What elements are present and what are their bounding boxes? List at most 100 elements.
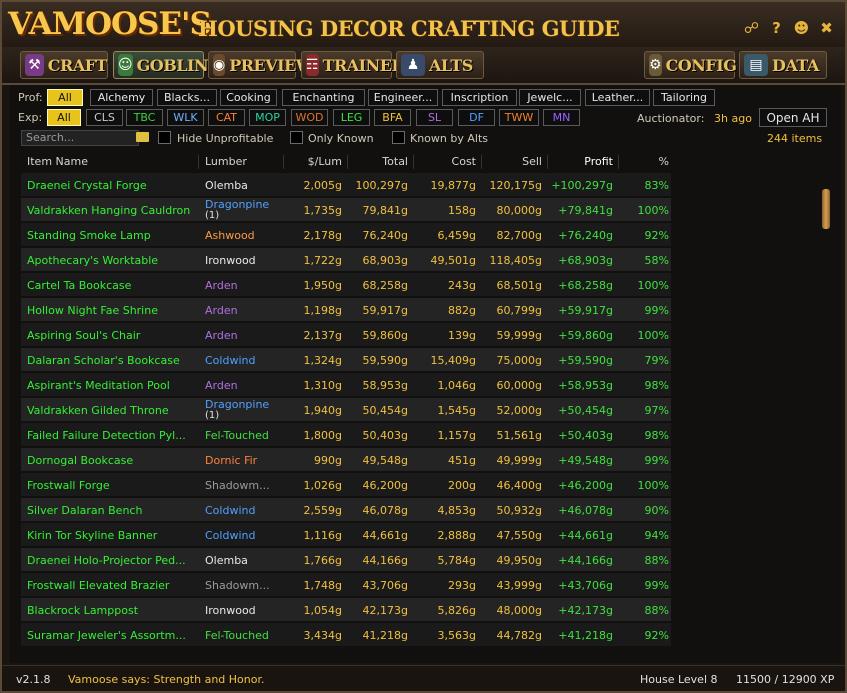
item-cost: 5,784g <box>437 554 476 567</box>
header-lumber[interactable]: Lumber <box>205 155 247 168</box>
table-row[interactable]: Dornogal Bookcase Dornic Fir 990g 49,548g 45… <box>21 448 671 471</box>
tab-trainers[interactable]: ☶ TRAINERS <box>301 51 416 79</box>
header-profit[interactable]: Profit <box>551 155 613 168</box>
header-divider <box>481 155 482 169</box>
item-name: Standing Smoke Lamp <box>27 229 151 242</box>
exp-filter-cat[interactable]: CAT <box>208 109 245 126</box>
item-sell: 60,000g <box>496 379 542 392</box>
header-item-name[interactable]: Item Name <box>27 155 88 168</box>
hide-unprofitable-checkbox[interactable] <box>158 131 171 144</box>
exp-filter-leg[interactable]: LEG <box>333 109 370 126</box>
prof-filter-all[interactable]: All <box>47 89 83 106</box>
exp-filter-bfa[interactable]: BFA <box>374 109 411 126</box>
help-icon[interactable]: ? <box>768 19 785 37</box>
table-row[interactable]: Suramar Jeweler's Assortm... Fel-Touched 3… <box>21 623 671 646</box>
table-row[interactable]: Draenei Crystal Forge Olemba 2,005g 100,297… <box>21 173 671 196</box>
table-row[interactable]: Blackrock Lamppost Ironwood 1,054g 42,173g 5… <box>21 598 671 621</box>
anvil-icon: ⚒ <box>25 54 44 76</box>
table-row[interactable]: Silver Dalaran Bench Coldwind 2,559g 46,078… <box>21 498 671 521</box>
exp-filter-wlk[interactable]: WLK <box>167 109 204 126</box>
item-lumber: Olemba <box>205 554 248 567</box>
header-sell[interactable]: Sell <box>485 155 542 168</box>
search-input[interactable]: Search... <box>21 130 139 146</box>
item-cost: 1,157g <box>437 429 476 442</box>
scrollbar-thumb[interactable] <box>822 189 830 229</box>
item-profit: +68,258g <box>558 279 613 292</box>
item-sell: 68,501g <box>496 279 542 292</box>
table-row[interactable]: Draenei Holo-Projector Ped... Olemba 1,766… <box>21 548 671 571</box>
tab-data[interactable]: ▤ DATA <box>739 51 827 79</box>
header-per-lumber[interactable]: $/Lum <box>291 155 342 168</box>
tab-label: DATA <box>772 55 819 75</box>
item-pct: 98% <box>644 429 669 442</box>
exp-filter-sl[interactable]: SL <box>416 109 453 126</box>
prof-filter-jewelcrafting[interactable]: Jewelc... <box>519 89 581 106</box>
table-row[interactable]: Frostwall Forge Shadowm... 1,026g 46,200g 20… <box>21 473 671 496</box>
table-row[interactable]: Hollow Night Fae Shrine Arden 1,198g 59,917… <box>21 298 671 321</box>
exp-filter-cls[interactable]: CLS <box>86 109 123 126</box>
open-ah-button[interactable]: Open AH <box>759 108 827 127</box>
item-profit: +46,200g <box>558 479 613 492</box>
item-profit: +42,173g <box>558 604 613 617</box>
exp-filter-all[interactable]: All <box>47 109 81 126</box>
item-profit: +44,166g <box>558 554 613 567</box>
table-row[interactable]: Valdrakken Gilded Throne Dragonpine (1) 1,9… <box>21 398 671 421</box>
item-cost: 3,563g <box>437 629 476 642</box>
header-percent[interactable]: % <box>622 155 669 168</box>
table-row[interactable]: Kirin Tor Skyline Banner Coldwind 1,116g 44… <box>21 523 671 546</box>
item-profit: +59,917g <box>558 304 613 317</box>
hide-unprofitable-label: Hide Unprofitable <box>177 132 274 145</box>
known-by-alts-checkbox[interactable] <box>392 131 405 144</box>
item-total: 46,200g <box>362 479 408 492</box>
item-total: 59,590g <box>362 354 408 367</box>
tab-config[interactable]: ⚙ CONFIG <box>644 51 737 79</box>
exp-filter-df[interactable]: DF <box>458 109 495 126</box>
table-row[interactable]: Standing Smoke Lamp Ashwood 2,178g 76,240g 6… <box>21 223 671 246</box>
item-sell: 51,561g <box>496 429 542 442</box>
prof-filter-tailoring[interactable]: Tailoring <box>653 89 715 106</box>
item-name: Suramar Jeweler's Assortm... <box>27 629 186 642</box>
item-profit: +41,218g <box>558 629 613 642</box>
close-icon[interactable]: ✖ <box>818 19 835 37</box>
item-sell: 47,550g <box>496 529 542 542</box>
mail-icon[interactable] <box>136 132 149 142</box>
table-row[interactable]: Aspiring Soul's Chair Arden 2,137g 59,860g 1… <box>21 323 671 346</box>
header-total[interactable]: Total <box>351 155 408 168</box>
item-cost: 49,501g <box>430 254 476 267</box>
prof-filter-alchemy[interactable]: Alchemy <box>90 89 153 106</box>
table-row[interactable]: Valdrakken Hanging Cauldron Dragonpine (1)… <box>21 198 671 221</box>
item-name: Silver Dalaran Bench <box>27 504 143 517</box>
item-name: Failed Failure Detection Pyl... <box>27 429 186 442</box>
table-row[interactable]: Frostwall Elevated Brazier Shadowm... 1,74… <box>21 573 671 596</box>
prof-filter-cooking[interactable]: Cooking <box>220 89 277 106</box>
prof-filter-engineering[interactable]: Engineer... <box>368 89 438 106</box>
item-cost: 1,545g <box>437 404 476 417</box>
header-cost[interactable]: Cost <box>417 155 476 168</box>
table-row[interactable]: Aspirant's Meditation Pool Arden 1,310g 58,… <box>21 373 671 396</box>
tab-goblin[interactable]: ☺ GOBLIN <box>113 51 209 79</box>
prof-filter-enchanting[interactable]: Enchanting <box>282 89 365 106</box>
link-icon[interactable]: ☍ <box>743 19 760 37</box>
only-known-checkbox[interactable] <box>290 131 303 144</box>
table-row[interactable]: Apothecary's Worktable Ironwood 1,722g 68,9… <box>21 248 671 271</box>
table-row[interactable]: Cartel Ta Bookcase Arden 1,950g 68,258g 243g… <box>21 273 671 296</box>
item-cost: 451g <box>448 454 476 467</box>
prof-filter-leatherworking[interactable]: Leather... <box>585 89 650 106</box>
characters-icon[interactable]: ☻ <box>793 19 810 37</box>
item-profit: +43,706g <box>558 579 613 592</box>
exp-filter-tbc[interactable]: TBC <box>126 109 163 126</box>
exp-filter-mop[interactable]: MOP <box>249 109 286 126</box>
item-lumber: Arden <box>205 329 238 342</box>
prof-filter-blacksmithing[interactable]: Blacks... <box>157 89 217 106</box>
exp-filter-wod[interactable]: WOD <box>291 109 328 126</box>
exp-filter-mn[interactable]: MN <box>543 109 580 126</box>
tab-craft[interactable]: ⚒ CRAFT <box>20 51 108 79</box>
exp-filter-tww[interactable]: TWW <box>499 109 539 126</box>
tab-preview[interactable]: ◉ PREVIEW <box>208 51 314 79</box>
prof-filter-inscription[interactable]: Inscription <box>442 89 517 106</box>
item-pct: 99% <box>644 579 669 592</box>
tab-alts[interactable]: ♟ ALTS <box>396 51 484 79</box>
table-row[interactable]: Dalaran Scholar's Bookcase Coldwind 1,324g… <box>21 348 671 371</box>
goblin-panel: Prof: All Alchemy Blacks... Cooking Ench… <box>10 85 841 663</box>
table-row[interactable]: Failed Failure Detection Pyl... Fel-Touch… <box>21 423 671 446</box>
